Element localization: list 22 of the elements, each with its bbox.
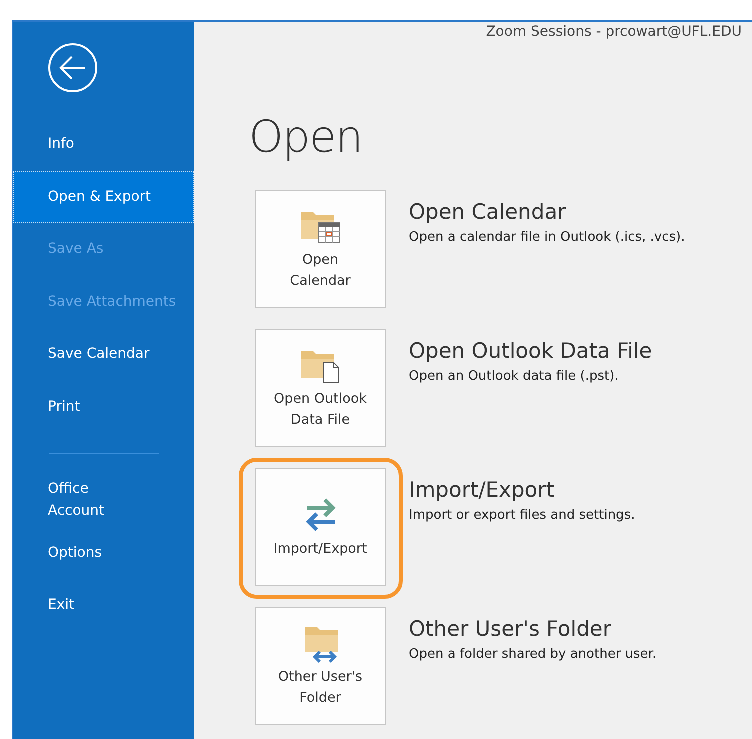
sidebar-item[interactable]: Print — [13, 380, 194, 433]
option-description: Open an Outlook data file (.pst). — [409, 369, 620, 384]
sidebar-item[interactable]: Options — [13, 526, 194, 579]
option-title: Open Calendar — [409, 199, 568, 226]
sidebar-item[interactable]: Office Account — [13, 474, 194, 526]
window-title: Zoom Sessions - prcowart@UFL.EDU — [486, 24, 742, 40]
option-tile[interactable]: Open Outlook Data File — [255, 329, 386, 447]
sidebar-item[interactable]: Info — [13, 118, 194, 170]
sidebar-item[interactable]: Exit — [13, 579, 194, 632]
option-tile[interactable]: Open Calendar — [255, 190, 386, 308]
page-heading: Open — [249, 111, 364, 165]
option-title: Open Outlook Data File — [409, 338, 652, 365]
option-tile[interactable]: Other User's Folder — [255, 607, 386, 725]
option-description: Open a folder shared by another user. — [409, 647, 657, 662]
option-title: Other User's Folder — [409, 616, 612, 643]
sidebar-item[interactable]: Open & Export — [13, 170, 194, 223]
option-description: Open a calendar file in Outlook (.ics, .vcs). — [409, 230, 686, 245]
sidebar-item[interactable]: Save Calendar — [13, 328, 194, 380]
option-tile[interactable]: Import/Export — [255, 468, 386, 586]
option-description: Import or export files and settings. — [409, 508, 636, 523]
option-title: Import/Export — [409, 477, 556, 504]
back-button[interactable] — [48, 43, 98, 93]
